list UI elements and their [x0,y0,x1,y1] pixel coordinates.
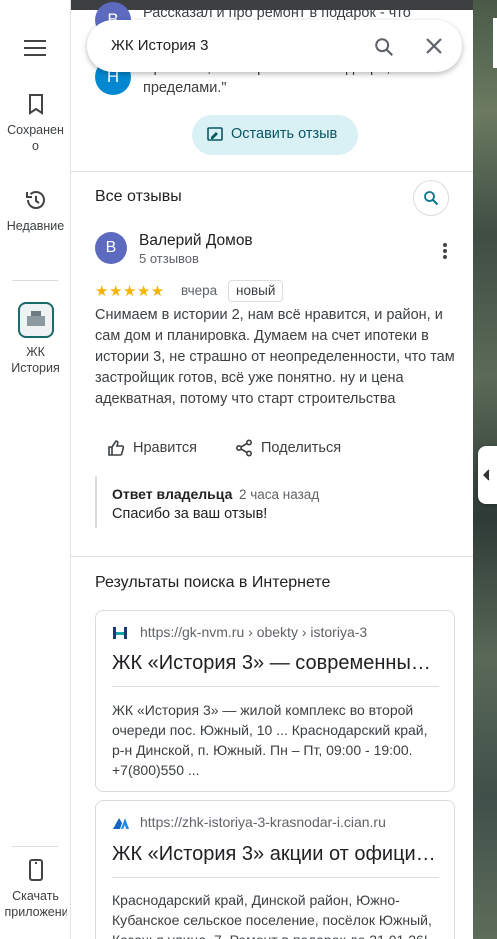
avatar: В [95,232,127,264]
search-reviews-button[interactable] [413,180,449,216]
result-url[interactable]: https://gk-nvm.ru › obekty › istoriya-3 [140,624,367,640]
star-rating: ★★★★★ [95,283,165,300]
divider [71,171,473,172]
share-button[interactable]: Поделиться [235,438,355,460]
rail-place-label: ЖК История 3 [11,345,60,375]
rail-download-label: Скачать приложение [4,889,67,919]
owner-response-text: Спасибо за ваш отзыв! [112,506,268,522]
owner-response: Ответ владельца 2 часа назад Спасибо за … [95,476,455,528]
close-icon[interactable] [425,37,443,55]
new-badge: новый [228,280,284,302]
web-result-card[interactable]: https://zhk-istoriya-3-krasnodar-i.cian.… [95,800,455,939]
search-input[interactable]: ЖК История 3 [111,37,208,54]
site-favicon [113,627,127,639]
owner-response-label: Ответ владельца [112,486,233,502]
divider [112,686,439,687]
search-icon[interactable] [373,36,395,58]
review-date: вчера [181,283,218,298]
share-icon [235,439,253,457]
divider [112,877,439,878]
result-url[interactable]: https://zhk-istoriya-3-krasnodar-i.cian.… [140,814,386,830]
reviewer-review-count: 5 отзывов [139,251,199,266]
place-thumbnail [17,302,54,338]
share-label: Поделиться [261,440,342,456]
more-options-icon[interactable] [443,243,447,261]
left-rail: Сохранено Недавние ЖК История 3 Скачать … [0,0,71,939]
search-box[interactable]: ЖК История 3 [87,20,462,72]
reviewer-name[interactable]: Валерий Домов [139,232,253,250]
like-button[interactable]: Нравится [107,438,207,460]
thumb-up-icon [108,440,125,456]
site-favicon [113,818,129,829]
rail-place[interactable]: ЖК История 3 [0,302,71,376]
rail-saved-label: Сохранено [7,123,64,153]
rate-review-icon [207,127,223,141]
chevron-left-icon [483,469,490,481]
rail-recent[interactable]: Недавние [0,188,71,234]
result-title[interactable]: ЖК «История 3» акции от официального зас… [112,843,440,866]
write-review-label: Оставить отзыв [231,126,338,142]
rail-divider [12,280,58,281]
result-title[interactable]: ЖК «История 3» — современный жилой компл… [112,652,440,675]
result-snippet: ЖК «История 3» — жилой комплекс во второ… [112,702,428,778]
rail-divider-bottom [12,846,58,847]
all-reviews-title: Все отзывы [95,188,182,205]
place-panel: В Рассказал и про ремонт в подарок - что… [71,0,473,939]
history-icon [25,191,45,209]
phone-icon [28,859,43,881]
collapse-panel-button[interactable] [478,446,497,504]
web-result-card[interactable]: https://gk-nvm.ru › obekty › istoriya-3 … [95,610,455,792]
web-results-title: Результаты поиска в Интернете [95,574,331,591]
owner-response-time: 2 часа назад [239,487,320,502]
result-snippet: Краснодарский край, Динской район, Южно-… [112,892,432,939]
bookmark-icon [28,94,43,115]
write-review-button[interactable]: Оставить отзыв [192,115,358,155]
divider [71,556,473,557]
menu-icon[interactable] [24,40,46,56]
rail-saved[interactable]: Сохранено [0,92,71,154]
rail-download-app[interactable]: Скачать приложение [0,858,71,920]
rail-recent-label: Недавние [6,219,65,233]
review-text: Снимаем в истории 2, нам всё нравится, и… [95,307,455,407]
search-icon [424,191,439,206]
like-label: Нравится [133,440,197,456]
